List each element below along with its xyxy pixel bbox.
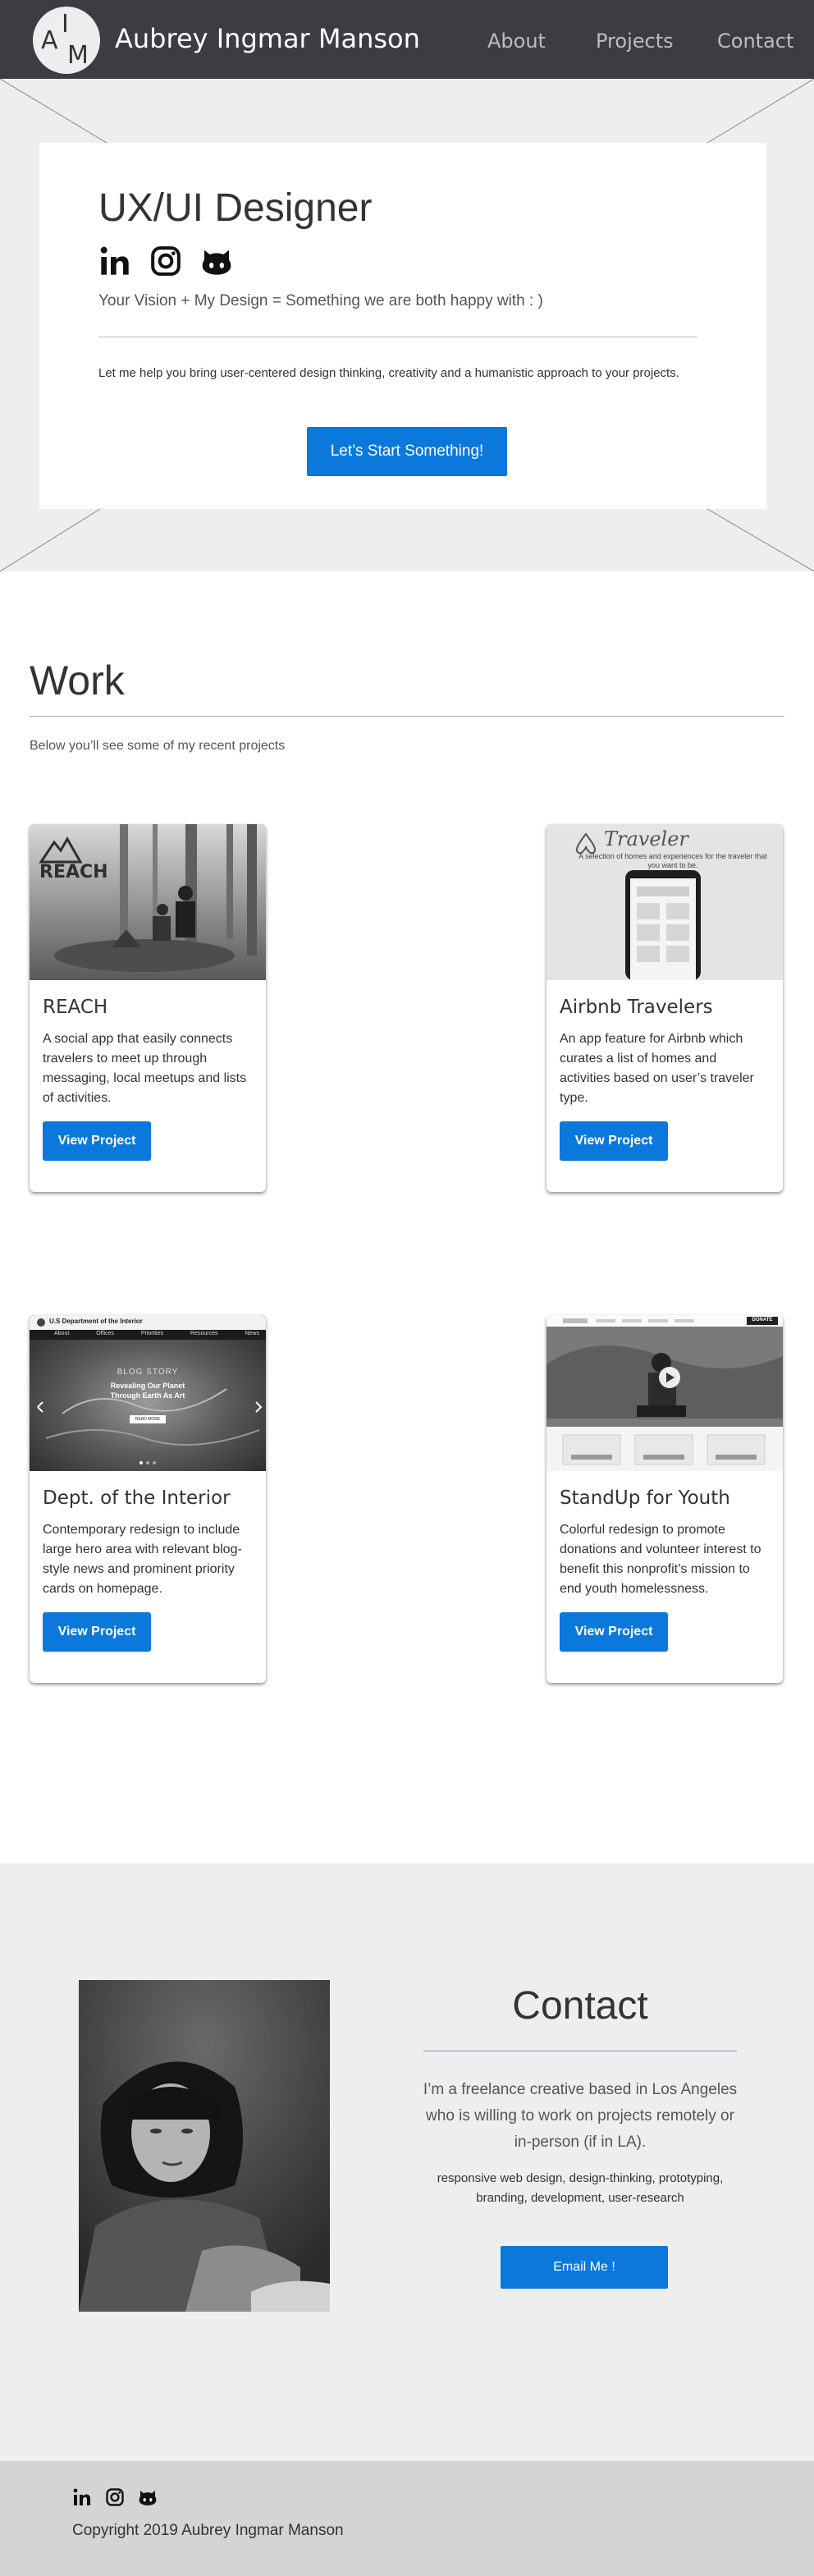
logo-letter-m: M [67, 41, 89, 70]
project-title: Dept. of the Interior [43, 1487, 231, 1509]
reach-logo-text: REACH [39, 862, 108, 882]
start-something-button[interactable]: Let’s Start Something! [307, 427, 507, 476]
logo[interactable]: A I M [33, 7, 100, 74]
navbar: A I M Aubrey Ingmar Manson About Project… [0, 0, 814, 79]
site-title: Aubrey Ingmar Manson [115, 23, 420, 54]
interior-nav-item: Resources [190, 1331, 218, 1336]
project-card-reach: REACH REACH A social app that easily con… [30, 824, 266, 1192]
project-card-standup: DONATE StandUp for Youth Colorful redesi… [546, 1315, 783, 1683]
project-description: An app feature for Airbnb which curates … [560, 1032, 754, 1105]
footer-social-links [72, 2487, 158, 2507]
contact-skills: responsive web design, design-thinking, … [437, 2171, 724, 2205]
view-project-button[interactable]: View Project [43, 1121, 151, 1161]
project-description: A social app that easily connects travel… [43, 1032, 247, 1105]
view-project-button[interactable]: View Project [43, 1612, 151, 1652]
hero-section: UX/UI Designer Your Vision + My Design =… [0, 79, 814, 571]
project-title: REACH [43, 997, 108, 1018]
contact-text: I’m a freelance creative based in Los An… [423, 2081, 738, 2151]
nav-link-about[interactable]: About [487, 30, 546, 53]
project-card-interior: U.S Department of the Interior About Off… [30, 1315, 266, 1683]
interior-nav-item: News [245, 1331, 259, 1336]
project-card-airbnb: Traveler A selection of homes and experi… [546, 824, 783, 1192]
project-description: Contemporary redesign to include large h… [43, 1523, 242, 1596]
instagram-icon[interactable] [105, 2487, 125, 2507]
work-divider [30, 716, 784, 717]
interior-nav-item: Offices [96, 1331, 114, 1336]
hero-title: UX/UI Designer [98, 186, 373, 230]
github-icon[interactable] [200, 245, 233, 277]
contact-title: Contact [512, 1984, 648, 2028]
interior-read-more: READ MORE [130, 1415, 166, 1423]
interior-nav-item: About [54, 1331, 70, 1336]
view-project-button[interactable]: View Project [560, 1121, 668, 1161]
instagram-icon[interactable] [149, 245, 182, 277]
project-image-airbnb: Traveler A selection of homes and experi… [546, 824, 783, 980]
logo-letter-a: A [41, 26, 58, 55]
hero-social-links [98, 245, 233, 277]
logo-letter-i: I [62, 10, 69, 39]
linkedin-icon[interactable] [72, 2487, 92, 2507]
contact-section: Contact I’m a freelance creative based i… [0, 1863, 814, 2461]
work-title: Work [30, 658, 125, 704]
traveler-caption: A selection of homes and experiences for… [578, 852, 767, 869]
linkedin-icon[interactable] [98, 245, 131, 277]
project-image-interior: U.S Department of the Interior About Off… [30, 1315, 266, 1471]
nav-link-projects[interactable]: Projects [596, 30, 674, 53]
nav-link-contact[interactable]: Contact [717, 30, 793, 53]
interior-site-title: U.S Department of the Interior [49, 1318, 143, 1325]
project-image-standup: DONATE [546, 1315, 783, 1471]
footer: Copyright 2019 Aubrey Ingmar Manson [0, 2461, 814, 2576]
interior-nav: About Offices Priorities Resources News [54, 1331, 259, 1336]
github-icon[interactable] [138, 2487, 158, 2507]
project-description: Colorful redesign to promote donations a… [560, 1523, 761, 1596]
view-project-button[interactable]: View Project [560, 1612, 668, 1652]
interior-blog-tag: BLOG STORY [117, 1368, 179, 1377]
project-title: Airbnb Travelers [560, 997, 713, 1018]
traveler-logo-text: Traveler [604, 827, 688, 850]
email-me-button[interactable]: Email Me ! [501, 2246, 668, 2289]
interior-headline: Revealing Our Planet Through Earth As Ar… [110, 1382, 185, 1400]
work-subtitle: Below you’ll see some of my recent proje… [30, 739, 286, 753]
standup-donate-label: DONATE [752, 1318, 773, 1322]
hero-tagline: Your Vision + My Design = Something we a… [98, 292, 543, 309]
interior-nav-item: Priorities [140, 1331, 164, 1336]
project-image-reach: REACH [30, 824, 266, 980]
project-title: StandUp for Youth [560, 1487, 730, 1509]
portrait-photo [79, 1980, 330, 2312]
copyright-text: Copyright 2019 Aubrey Ingmar Manson [72, 2522, 344, 2539]
hero-description: Let me help you bring user-centered desi… [98, 366, 679, 380]
hero-card: UX/UI Designer Your Vision + My Design =… [39, 143, 766, 509]
